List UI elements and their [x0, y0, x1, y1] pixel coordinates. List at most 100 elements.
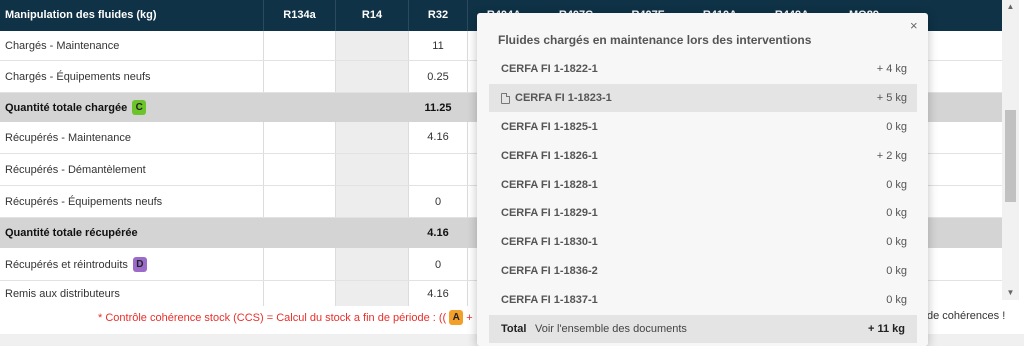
note-tail: de cohérences ! — [927, 310, 1006, 322]
vertical-scrollbar[interactable]: ▲ ▼ — [1002, 0, 1019, 300]
row-label: Récupérés - Maintenance — [5, 122, 131, 154]
header-title: Manipulation des fluides (kg) — [5, 9, 157, 21]
cell-r32[interactable] — [409, 154, 467, 186]
document-name[interactable]: CERFA FI 1-1836-2 — [501, 265, 598, 277]
cell-r32[interactable]: 0 — [409, 248, 467, 281]
document-qty: 0 kg — [886, 236, 907, 248]
col-header[interactable]: R134a — [264, 0, 335, 31]
document-item[interactable]: CERFA FI 1-1830-1 0 kg — [489, 228, 917, 256]
row-label-text: Remis aux distributeurs — [5, 288, 120, 300]
row-label: Récupérés - Équipements neufs — [5, 186, 162, 218]
document-name[interactable]: CERFA FI 1-1826-1 — [501, 150, 598, 162]
note-plus: + — [466, 311, 473, 324]
cell-r14 — [335, 154, 408, 186]
row-label: Récupérés et réintroduits D — [5, 248, 147, 281]
cell-divider — [263, 248, 264, 281]
cell-divider — [335, 186, 336, 218]
cell-r32[interactable]: 0.25 — [409, 61, 467, 93]
cell-r32[interactable]: 4.16 — [409, 122, 467, 143]
scroll-up-icon[interactable]: ▲ — [1002, 0, 1019, 14]
row-label-text: Récupérés - Équipements neufs — [5, 196, 163, 208]
cell-divider — [263, 122, 264, 154]
document-item[interactable]: CERFA FI 1-1822-1 + 4 kg — [489, 55, 917, 83]
document-qty: + 2 kg — [876, 150, 907, 162]
cell-r14 — [335, 281, 408, 306]
cell-divider — [467, 61, 468, 93]
cell-r32[interactable]: 11 — [409, 31, 467, 61]
cell-divider — [335, 154, 336, 186]
document-item[interactable]: CERFA FI 1-1828-1 0 kg — [489, 171, 917, 199]
cell-divider — [335, 61, 336, 93]
popover-footer: Total Voir l'ensemble des documents + 11… — [489, 315, 917, 343]
row-label: Quantité totale chargée C — [5, 93, 147, 122]
document-qty: 0 kg — [886, 265, 907, 277]
cell-r32[interactable]: 4.16 — [409, 281, 467, 306]
document-name[interactable]: CERFA FI 1-1822-1 — [501, 63, 598, 75]
document-name-wrap[interactable]: CERFA FI 1-1823-1 — [501, 92, 612, 104]
document-name[interactable]: CERFA FI 1-1823-1 — [515, 92, 612, 104]
cell-divider — [263, 281, 264, 306]
cell-divider — [263, 61, 264, 93]
note-text: * Contrôle cohérence stock (CCS) = Calcu… — [98, 311, 447, 324]
document-name[interactable]: CERFA FI 1-1837-1 — [501, 294, 598, 306]
cell-divider — [467, 31, 468, 61]
document-name[interactable]: CERFA FI 1-1829-1 — [501, 207, 598, 219]
document-name[interactable]: CERFA FI 1-1830-1 — [501, 236, 598, 248]
close-icon[interactable]: × — [910, 18, 918, 33]
document-qty: + 4 kg — [876, 63, 907, 75]
document-qty: + 5 kg — [876, 92, 907, 104]
view-all-documents-link[interactable]: Voir l'ensemble des documents — [535, 323, 687, 335]
row-label: Remis aux distributeurs — [5, 281, 120, 306]
cell-r32[interactable]: 11.25 — [409, 93, 467, 122]
document-name[interactable]: CERFA FI 1-1828-1 — [501, 179, 598, 191]
cell-divider — [467, 122, 468, 154]
document-name[interactable]: CERFA FI 1-1825-1 — [501, 121, 598, 133]
document-item[interactable]: CERFA FI 1-1837-1 0 kg — [489, 286, 917, 314]
document-qty: 0 kg — [886, 121, 907, 133]
cell-divider — [335, 281, 336, 306]
cell-divider — [335, 248, 336, 281]
col-header[interactable]: R32 — [409, 0, 467, 31]
badge-c: C — [132, 100, 147, 115]
row-label: Récupérés - Démantèlement — [5, 154, 146, 186]
document-item[interactable]: CERFA FI 1-1829-1 0 kg — [489, 199, 917, 227]
document-qty: 0 kg — [886, 294, 907, 306]
cell-r14 — [335, 31, 408, 61]
cell-divider — [467, 281, 468, 306]
cell-divider — [263, 154, 264, 186]
badge-d: D — [132, 257, 147, 272]
row-label-text: Chargés - Équipements neufs — [5, 71, 151, 83]
row-label-text: Chargés - Maintenance — [5, 40, 120, 52]
cell-r32[interactable]: 4.16 — [409, 218, 467, 248]
row-label: Chargés - Maintenance — [5, 31, 119, 61]
scrollbar-thumb[interactable] — [1005, 110, 1016, 202]
document-item[interactable]: CERFA FI 1-1836-2 0 kg — [489, 257, 917, 285]
badge-a: A — [449, 310, 464, 325]
cell-r14 — [335, 61, 408, 93]
row-label: Quantité totale récupérée — [5, 218, 138, 248]
footer-total-value: + 11 kg — [867, 323, 905, 335]
document-qty: 0 kg — [886, 207, 907, 219]
popover-title: Fluides chargés en maintenance lors des … — [498, 33, 812, 47]
document-icon — [501, 92, 510, 104]
document-item[interactable]: CERFA FI 1-1825-1 0 kg — [489, 113, 917, 141]
row-label-text: Quantité totale récupérée — [5, 227, 138, 239]
cell-divider — [467, 186, 468, 218]
cell-r14 — [335, 122, 408, 154]
col-header[interactable]: R14 — [336, 0, 408, 31]
cell-divider — [467, 154, 468, 186]
cell-divider — [335, 122, 336, 154]
document-item[interactable]: CERFA FI 1-1826-1 + 2 kg — [489, 142, 917, 170]
cell-r14 — [335, 186, 408, 218]
scroll-down-icon[interactable]: ▼ — [1002, 286, 1019, 300]
cell-divider — [467, 248, 468, 281]
cell-divider — [335, 31, 336, 61]
document-item-selected[interactable]: CERFA FI 1-1823-1 + 5 kg — [489, 84, 917, 112]
cell-divider — [263, 186, 264, 218]
cell-r14 — [335, 248, 408, 281]
cell-r32[interactable]: 0 — [409, 186, 467, 218]
row-label: Chargés - Équipements neufs — [5, 61, 151, 93]
documents-popover: Fluides chargés en maintenance lors des … — [477, 13, 928, 346]
note-text-wrap: * Contrôle cohérence stock (CCS) = Calcu… — [98, 310, 473, 325]
document-qty: 0 kg — [886, 179, 907, 191]
